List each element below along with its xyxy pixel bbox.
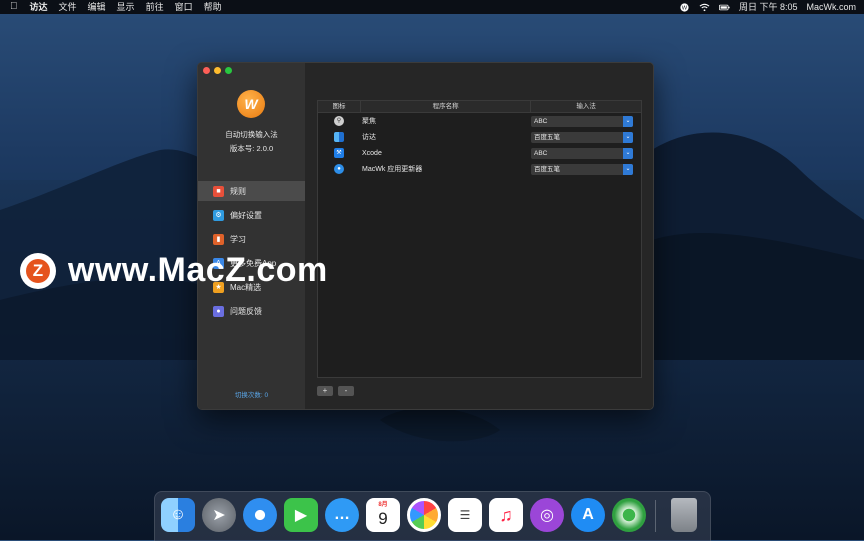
sidebar-item-learn[interactable]: ▮ 学习: [198, 229, 305, 249]
row-input-cell: 百度五笔 ⌄: [530, 129, 640, 145]
spotlight-icon: ⚲: [334, 116, 344, 126]
find-my-icon[interactable]: [612, 498, 646, 532]
app-title: 自动切换输入法: [225, 130, 278, 139]
menu-view[interactable]: 显示: [117, 0, 135, 14]
launchpad-icon[interactable]: ➤: [202, 498, 236, 532]
dock: ☺ ➤ ▶ … 8月 9 ☰ ♫ ◎ A: [154, 491, 711, 541]
calendar-icon[interactable]: 8月 9: [366, 498, 400, 532]
sidebar-item-feedback[interactable]: ● 问题反馈: [198, 301, 305, 321]
row-app-name: 访达: [362, 134, 376, 141]
row-app-name: Xcode: [362, 149, 382, 157]
select-value: 百度五笔: [534, 165, 560, 173]
calendar-day: 9: [378, 509, 388, 528]
table-actions: + -: [317, 386, 354, 396]
sidebar-item-preferences[interactable]: ⚙ 偏好设置: [198, 205, 305, 225]
menu-go[interactable]: 前往: [146, 0, 164, 14]
sidebar-item-label: 规则: [230, 186, 246, 196]
battery-icon[interactable]: [718, 3, 730, 12]
updater-icon: ●: [334, 164, 344, 174]
minimize-button[interactable]: [214, 67, 221, 74]
wifi-icon[interactable]: [699, 3, 710, 12]
table-row[interactable]: ● MacWk 应用更新器 百度五笔 ⌄: [318, 161, 641, 177]
row-input-cell: 百度五笔 ⌄: [530, 161, 640, 177]
chevron-down-icon[interactable]: ⌄: [623, 131, 633, 143]
table-row[interactable]: ⚲ 聚焦 ABC ⌄: [318, 113, 641, 129]
row-app-name: 聚焦: [362, 118, 376, 125]
chevron-down-icon[interactable]: ⌄: [623, 163, 633, 175]
podcasts-icon[interactable]: ◎: [530, 498, 564, 532]
svg-text:W: W: [682, 5, 688, 11]
reminders-icon[interactable]: ☰: [448, 498, 482, 532]
facetime-icon[interactable]: ▶: [284, 498, 318, 532]
row-icon-cell: ⚒: [318, 145, 360, 161]
row-input-cell: ABC ⌄: [530, 113, 640, 129]
row-icon-cell: ⚲: [318, 113, 360, 129]
finder-icon: [334, 132, 344, 142]
photos-icon[interactable]: [407, 498, 441, 532]
xcode-icon: ⚒: [334, 148, 344, 158]
music-icon[interactable]: ♫: [489, 498, 523, 532]
calendar-month: 8月: [378, 502, 388, 508]
finder-icon[interactable]: ☺: [161, 498, 195, 532]
switch-count: 切换次数: 0: [234, 392, 269, 399]
select-value: ABC: [534, 149, 548, 157]
chevron-down-icon[interactable]: ⌄: [623, 115, 633, 127]
zoom-button[interactable]: [225, 67, 232, 74]
window-controls: [203, 67, 232, 74]
rules-table: 图标 程序名称 输入法 ⚲ 聚焦 ABC ⌄ 访达 百度五笔 ⌄ ⚒ Xcode…: [317, 100, 642, 378]
menu-site-label[interactable]: MacWk.com: [807, 0, 857, 14]
trash-icon[interactable]: [671, 498, 697, 532]
menu-help[interactable]: 帮助: [204, 0, 222, 14]
messages-icon[interactable]: …: [325, 498, 359, 532]
input-method-select[interactable]: 百度五笔 ⌄: [531, 131, 633, 143]
sidebar-item-rules[interactable]: ■ 规则: [198, 181, 305, 201]
sidebar-item-label: 学习: [230, 234, 246, 244]
input-method-select[interactable]: ABC ⌄: [531, 147, 633, 159]
sidebar-item-label: 偏好设置: [230, 210, 262, 220]
table-row[interactable]: 访达 百度五笔 ⌄: [318, 129, 641, 145]
menu-bar:  访达 文件 编辑 显示 前往 窗口 帮助 W 周日 下午 8:05 MacW…: [0, 0, 864, 14]
input-method-status-icon[interactable]: W: [679, 2, 690, 12]
menu-window[interactable]: 窗口: [175, 0, 193, 14]
sidebar: W 自动切换输入法 版本号: 2.0.0 ■ 规则 ⚙ 偏好设置 ▮ 学习 A …: [198, 63, 305, 409]
watermark-text: www.MacZ.com: [68, 251, 328, 289]
menu-app-name[interactable]: 访达: [30, 0, 48, 14]
feedback-icon: ●: [213, 305, 224, 317]
select-value: ABC: [534, 117, 548, 125]
table-row[interactable]: ⚒ Xcode ABC ⌄: [318, 145, 641, 161]
chevron-down-icon[interactable]: ⌄: [623, 147, 633, 159]
safari-icon[interactable]: [243, 498, 277, 532]
row-icon-cell: [318, 129, 360, 145]
add-rule-button[interactable]: +: [317, 386, 333, 396]
book-icon: ▮: [213, 233, 224, 245]
row-input-cell: ABC ⌄: [530, 145, 640, 161]
app-logo-icon: W: [237, 90, 265, 118]
app-version: 版本号: 2.0.0: [229, 144, 274, 153]
close-button[interactable]: [203, 67, 210, 74]
apple-menu-icon[interactable]: : [10, 0, 18, 14]
gear-icon: ⚙: [213, 209, 224, 221]
app-window: W 自动切换输入法 版本号: 2.0.0 ■ 规则 ⚙ 偏好设置 ▮ 学习 A …: [197, 62, 654, 410]
sidebar-item-label: 问题反馈: [230, 306, 262, 316]
menu-datetime[interactable]: 周日 下午 8:05: [739, 0, 798, 14]
main-panel: 图标 程序名称 输入法 ⚲ 聚焦 ABC ⌄ 访达 百度五笔 ⌄ ⚒ Xcode…: [305, 63, 653, 409]
remove-rule-button[interactable]: -: [338, 386, 354, 396]
input-method-select[interactable]: 百度五笔 ⌄: [531, 163, 633, 175]
input-method-select[interactable]: ABC ⌄: [531, 115, 633, 127]
row-icon-cell: ●: [318, 161, 360, 177]
header-input-method[interactable]: 输入法: [531, 101, 641, 112]
site-watermark: Z www.MacZ.com: [20, 251, 328, 290]
dock-separator: [655, 500, 656, 532]
watermark-logo-icon: Z: [20, 252, 56, 289]
header-app-name[interactable]: 程序名称: [361, 101, 532, 112]
menu-edit[interactable]: 编辑: [88, 0, 106, 14]
appstore-icon[interactable]: A: [571, 498, 605, 532]
table-header: 图标 程序名称 输入法: [318, 101, 641, 113]
select-value: 百度五笔: [534, 133, 560, 141]
header-icon[interactable]: 图标: [318, 101, 361, 112]
menu-file[interactable]: 文件: [59, 0, 77, 14]
row-app-name: MacWk 应用更新器: [362, 166, 423, 173]
rules-icon: ■: [213, 185, 224, 197]
